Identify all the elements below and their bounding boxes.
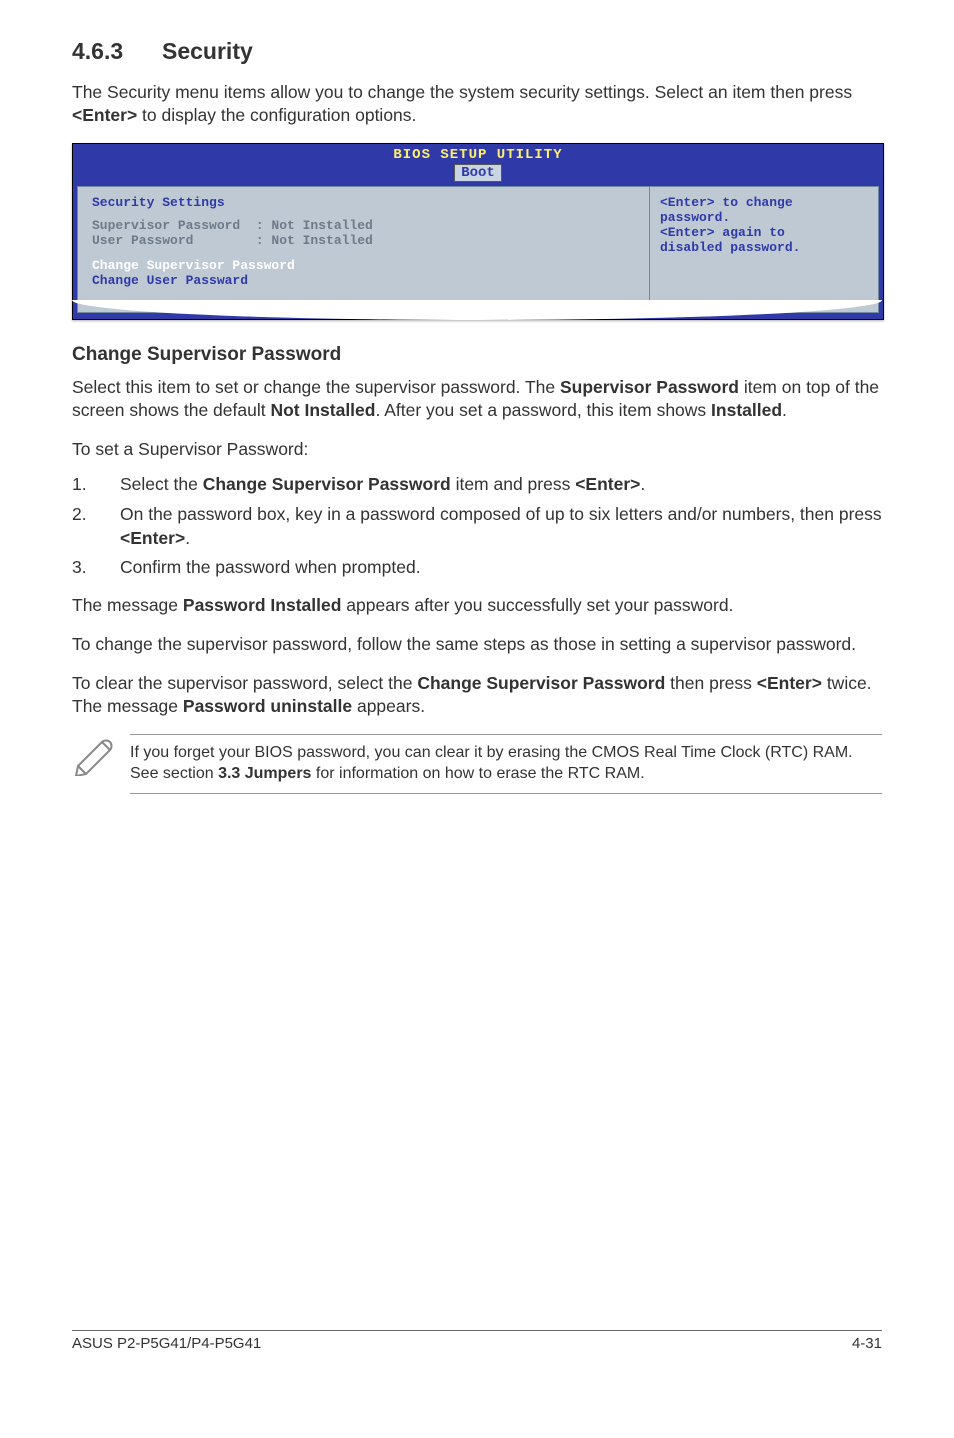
p3c: appears after you successfully set your … xyxy=(341,595,733,615)
note-text: If you forget your BIOS password, you ca… xyxy=(130,734,882,794)
section-title-text: Security xyxy=(162,38,253,64)
s1e: . xyxy=(640,474,645,494)
bios-screenshot: BIOS SETUP UTILITY Boot Security Setting… xyxy=(72,143,882,320)
intro-paragraph: The Security menu items allow you to cha… xyxy=(72,81,882,127)
p5b: Change Supervisor Password xyxy=(417,673,665,693)
step-1-text: Select the Change Supervisor Password it… xyxy=(120,473,645,497)
p5c: then press xyxy=(665,673,756,693)
note-b: 3.3 Jumpers xyxy=(218,765,311,782)
s1c: item and press xyxy=(451,474,576,494)
bios-change-supervisor: Change Supervisor Password xyxy=(92,258,635,273)
p1-f: Installed xyxy=(711,400,782,420)
p5a: To clear the supervisor password, select… xyxy=(72,673,417,693)
bios-change-user: Change User Passward xyxy=(92,273,635,288)
step-3-num: 3. xyxy=(72,556,120,580)
bios-security-heading: Security Settings xyxy=(92,195,635,210)
s2c: . xyxy=(185,528,190,548)
intro-enter: <Enter> xyxy=(72,105,137,125)
step-1-num: 1. xyxy=(72,473,120,497)
p1-d: Not Installed xyxy=(270,400,375,420)
step-2-num: 2. xyxy=(72,503,120,550)
p5g: appears. xyxy=(352,696,425,716)
step-2-text: On the password box, key in a password c… xyxy=(120,503,882,550)
s1b: Change Supervisor Password xyxy=(203,474,451,494)
s2b: <Enter> xyxy=(120,528,185,548)
steps-list: 1. Select the Change Supervisor Password… xyxy=(72,473,882,580)
step-3: 3. Confirm the password when prompted. xyxy=(72,556,882,580)
footer-left: ASUS P2-P5G41/P4-P5G41 xyxy=(72,1335,261,1352)
bios-user-line: User Password : Not Installed xyxy=(92,233,635,248)
p1-e: . After you set a password, this item sh… xyxy=(375,400,711,420)
bios-help-4: disabled password. xyxy=(660,240,868,255)
p1-a: Select this item to set or change the su… xyxy=(72,377,560,397)
bios-tab-row: Boot xyxy=(73,163,883,186)
step-3-text: Confirm the password when prompted. xyxy=(120,556,421,580)
bios-right-panel: <Enter> to change password. <Enter> agai… xyxy=(650,186,879,313)
bios-help-3: <Enter> again to xyxy=(660,225,868,240)
section-number: 4.6.3 xyxy=(72,38,123,64)
p3a: The message xyxy=(72,595,183,615)
p5f: Password uninstalle xyxy=(183,696,352,716)
p1-g: . xyxy=(782,400,787,420)
s1a: Select the xyxy=(120,474,203,494)
note-block: If you forget your BIOS password, you ca… xyxy=(72,734,882,794)
bios-supervisor-line: Supervisor Password : Not Installed xyxy=(92,218,635,233)
change-supervisor-heading: Change Supervisor Password xyxy=(72,344,882,366)
para-1: Select this item to set or change the su… xyxy=(72,376,882,422)
intro-text-1: The Security menu items allow you to cha… xyxy=(72,82,852,102)
bios-tab-boot: Boot xyxy=(454,164,502,182)
step-2: 2. On the password box, key in a passwor… xyxy=(72,503,882,550)
bios-title: BIOS SETUP UTILITY xyxy=(73,144,883,163)
note-c: for information on how to erase the RTC … xyxy=(311,765,644,782)
bios-help-2: password. xyxy=(660,210,868,225)
para-3: The message Password Installed appears a… xyxy=(72,594,882,617)
footer-right: 4-31 xyxy=(852,1335,882,1352)
p3b: Password Installed xyxy=(183,595,342,615)
step-1: 1. Select the Change Supervisor Password… xyxy=(72,473,882,497)
s1d: <Enter> xyxy=(575,474,640,494)
s2a: On the password box, key in a password c… xyxy=(120,504,882,524)
bios-left-panel: Security Settings Supervisor Password : … xyxy=(77,186,650,313)
para-5: To clear the supervisor password, select… xyxy=(72,672,882,718)
note-pencil-icon xyxy=(72,734,130,781)
section-heading: 4.6.3 Security xyxy=(72,38,882,65)
para-4: To change the supervisor password, follo… xyxy=(72,633,882,656)
p1-b: Supervisor Password xyxy=(560,377,739,397)
page-footer: ASUS P2-P5G41/P4-P5G41 4-31 xyxy=(72,1330,882,1352)
intro-text-2: to display the configuration options. xyxy=(137,105,416,125)
bios-help-1: <Enter> to change xyxy=(660,195,868,210)
p5d: <Enter> xyxy=(757,673,822,693)
para-2: To set a Supervisor Password: xyxy=(72,438,882,461)
